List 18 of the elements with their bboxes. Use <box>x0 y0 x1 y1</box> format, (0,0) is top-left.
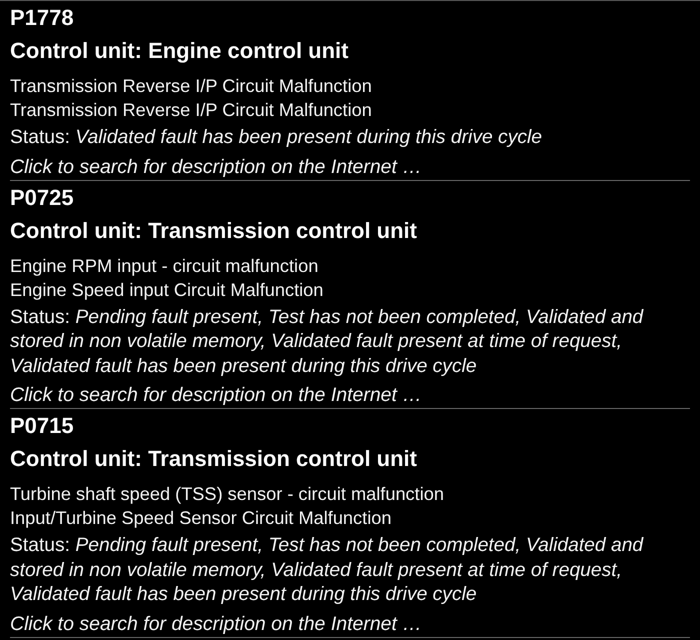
fault-status: Status: Validated fault has been present during this drive cycle <box>10 126 543 150</box>
search-internet-link[interactable]: Click to search for description on the Internet … <box>10 154 422 178</box>
control-unit-title: Control unit: Engine control unit <box>10 37 348 65</box>
fault-description: Input/Turbine Speed Sensor Circuit Malfunction <box>10 507 392 530</box>
fault-code: P0725 <box>10 184 74 212</box>
control-unit-title: Control unit: Transmission control unit <box>10 445 417 473</box>
fault-status: Status: Pending fault present, Test has not been completed, Validated and stored in non volatile memory, Validated fault present at time of request, Validated fault has been present during this drive cycle <box>10 534 644 607</box>
fault-description: Transmission Reverse I/P Circuit Malfunction <box>10 75 372 98</box>
fault-status: Status: Pending fault present, Test has not been completed, Validated and stored in non volatile memory, Validated fault present at time of request, Validated fault has been present during this drive cycle <box>10 306 644 378</box>
fault-description: Engine RPM input - circuit malfunction <box>10 254 318 278</box>
fault-description: Turbine shaft speed (TSS) sensor - circuit malfunction <box>10 483 444 506</box>
search-internet-link[interactable]: Click to search for description on the Internet … <box>10 612 422 636</box>
fault-code: P1778 <box>10 4 74 32</box>
fault-description: Transmission Reverse I/P Circuit Malfunction <box>10 99 372 122</box>
search-internet-link[interactable]: Click to search for description on the Internet … <box>10 383 422 407</box>
fault-code: P0715 <box>10 412 74 440</box>
fault-description: Engine Speed input Circuit Malfunction <box>10 278 324 302</box>
control-unit-title: Control unit: Transmission control unit <box>10 216 417 244</box>
